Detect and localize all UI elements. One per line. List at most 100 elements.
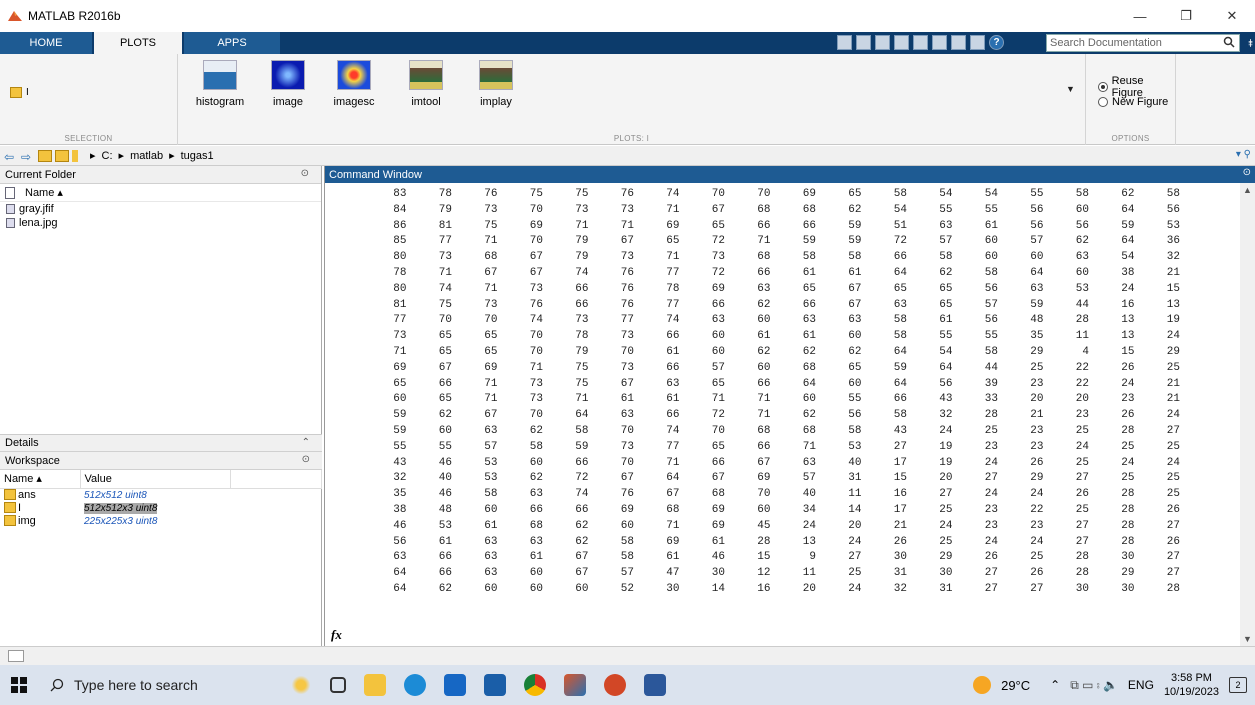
- output-cell: 65: [438, 345, 452, 358]
- gallery-expand-icon[interactable]: ▼: [1066, 84, 1075, 94]
- output-cell: 35: [1030, 330, 1044, 343]
- table-row[interactable]: I 512x512x3 uint8: [0, 501, 322, 514]
- table-row[interactable]: img 225x225x3 uint8: [0, 514, 322, 527]
- selection-variable[interactable]: I: [10, 87, 29, 98]
- cut-icon[interactable]: [875, 35, 890, 50]
- output-cell: 25: [1166, 472, 1180, 485]
- status-indicator-icon[interactable]: [8, 650, 24, 662]
- details-header[interactable]: Details ⌃: [0, 434, 322, 452]
- weather-icon[interactable]: [973, 676, 992, 694]
- output-cell: 64: [393, 582, 407, 595]
- switch-windows-icon[interactable]: [970, 35, 985, 50]
- gallery-histogram[interactable]: histogram: [194, 60, 246, 108]
- ws-col-value[interactable]: Value: [80, 470, 231, 489]
- chrome-icon[interactable]: [524, 674, 546, 696]
- breadcrumb[interactable]: ▸ C: ▸ matlab ▸ tugas1: [90, 149, 214, 163]
- output-cell: 59: [848, 219, 862, 232]
- selection-section-label: SELECTION: [64, 134, 113, 143]
- mail-icon[interactable]: [444, 674, 466, 696]
- output-cell: 67: [620, 472, 634, 485]
- paste-icon[interactable]: [913, 35, 928, 50]
- output-cell: 54: [939, 345, 953, 358]
- ws-col-name[interactable]: Name ▴: [0, 470, 81, 489]
- tab-home[interactable]: HOME: [0, 32, 92, 54]
- gallery-imtool[interactable]: imtool: [404, 60, 448, 108]
- word-icon[interactable]: [644, 674, 666, 696]
- gallery-image[interactable]: image: [266, 60, 310, 108]
- output-cell: 65: [711, 440, 725, 453]
- language-indicator[interactable]: ENG: [1128, 678, 1154, 692]
- clock[interactable]: 3:58 PM 10/19/2023: [1164, 671, 1219, 699]
- taskbar-search[interactable]: Type here to search: [38, 665, 238, 705]
- output-cell: 84: [393, 203, 407, 216]
- search-icon[interactable]: [1223, 36, 1235, 48]
- list-item[interactable]: lena.jpg: [0, 216, 321, 230]
- output-cell: 25: [1075, 456, 1089, 469]
- output-cell: 71: [575, 219, 589, 232]
- panel-title: Details: [5, 437, 39, 449]
- output-cell: 71: [711, 393, 725, 406]
- folder-column-header[interactable]: Name ▴: [0, 184, 321, 202]
- chevron-up-icon[interactable]: ⌃: [302, 437, 310, 448]
- output-cell: 62: [757, 298, 771, 311]
- breadcrumb-item[interactable]: matlab: [130, 150, 163, 162]
- output-cell: 29: [1121, 567, 1135, 580]
- scroll-up-icon[interactable]: ▲: [1243, 185, 1252, 195]
- notification-icon[interactable]: 2: [1229, 677, 1247, 693]
- breadcrumb-item[interactable]: tugas1: [181, 150, 214, 162]
- search-documentation-input[interactable]: Search Documentation: [1046, 34, 1240, 52]
- edge-icon[interactable]: [404, 674, 426, 696]
- forward-icon[interactable]: ⇨: [21, 150, 35, 164]
- file-explorer-icon[interactable]: [364, 674, 386, 696]
- scroll-down-icon[interactable]: ▼: [1243, 634, 1252, 644]
- store-icon[interactable]: [484, 674, 506, 696]
- details-panel: Details ⌃ Workspace ⊙ Name ▴ Value ans 5…: [0, 434, 322, 527]
- tab-plots[interactable]: PLOTS: [94, 32, 182, 54]
- list-item[interactable]: gray.jfif: [0, 202, 321, 216]
- gallery-implay[interactable]: implay: [474, 60, 518, 108]
- powerpoint-icon[interactable]: [604, 674, 626, 696]
- command-window[interactable]: Command Window ⊙ 83 78 76 75 75 76 74 70 70 69 65 5…: [324, 166, 1255, 646]
- tab-apps[interactable]: APPS: [184, 32, 280, 54]
- maximize-button[interactable]: ❐: [1163, 0, 1209, 32]
- output-cell: 62: [575, 519, 589, 532]
- browse-folder-icon[interactable]: [55, 149, 69, 162]
- help-icon[interactable]: ?: [989, 35, 1004, 50]
- panel-actions-icon[interactable]: ⊙: [302, 454, 310, 465]
- minimize-button[interactable]: —: [1117, 0, 1163, 32]
- pin-ribbon-icon[interactable]: ⯒: [1248, 35, 1253, 54]
- redo-icon[interactable]: [951, 35, 966, 50]
- table-row[interactable]: ans 512x512 uint8: [0, 488, 322, 501]
- chevron-up-icon[interactable]: ⌃: [1050, 678, 1060, 692]
- output-row: 80 74 71 73 66 76 78 69 63 65 67 65 65 56 63 53 24 15: [361, 283, 1180, 299]
- start-button[interactable]: [0, 665, 38, 705]
- new-figure-option[interactable]: New Figure: [1098, 96, 1168, 108]
- layout-icon[interactable]: [837, 35, 852, 50]
- output-cell: 54: [1121, 251, 1135, 264]
- address-search-icon[interactable]: ▾ ⚲: [1236, 149, 1251, 160]
- back-icon[interactable]: ⇦: [4, 150, 18, 164]
- vertical-scrollbar[interactable]: ▲ ▼: [1240, 183, 1255, 646]
- matlab-logo-icon: [8, 11, 22, 21]
- output-cell: 46: [711, 551, 725, 564]
- output-cell: 64: [1121, 235, 1135, 248]
- temperature[interactable]: 29°C: [1001, 678, 1030, 693]
- save-icon[interactable]: [856, 35, 871, 50]
- matlab-taskbar-icon[interactable]: [564, 674, 586, 696]
- function-browser-icon[interactable]: fx: [331, 627, 342, 643]
- output-cell: 21: [1030, 409, 1044, 422]
- sparkle-icon[interactable]: [290, 674, 312, 696]
- output-cell: 86: [393, 219, 407, 232]
- close-button[interactable]: ✕: [1209, 0, 1255, 32]
- gallery-imagesc[interactable]: imagesc: [328, 60, 380, 108]
- task-view-icon[interactable]: [330, 677, 346, 693]
- output-cell: 22: [1075, 377, 1089, 390]
- output-cell: 27: [1075, 472, 1089, 485]
- copy-icon[interactable]: [894, 35, 909, 50]
- tray-icons[interactable]: ⧉ ▭ ⦂ 🔈: [1070, 678, 1118, 693]
- breadcrumb-item[interactable]: C:: [102, 150, 113, 162]
- undo-icon[interactable]: [932, 35, 947, 50]
- up-folder-icon[interactable]: [38, 149, 52, 162]
- panel-actions-icon[interactable]: ⊙: [1243, 167, 1251, 178]
- panel-actions-icon[interactable]: ⊙: [301, 168, 309, 179]
